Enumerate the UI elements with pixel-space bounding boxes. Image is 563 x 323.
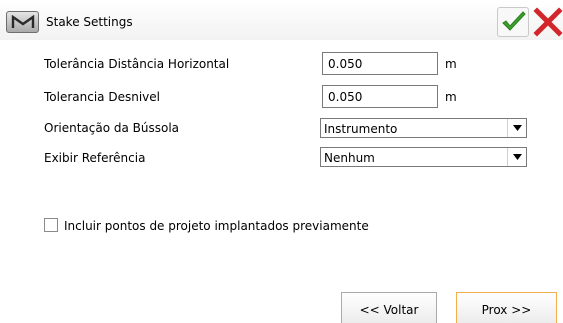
include-staked-label[interactable]: Incluir pontos de projeto implantados pr… [64,219,369,233]
include-staked-checkbox[interactable] [44,218,58,232]
compass-orientation-select[interactable]: Instrumento [320,118,527,138]
show-reference-select[interactable]: Nenhum [320,147,527,167]
next-button[interactable]: Prox >> [456,292,557,323]
title-bar: Stake Settings [0,0,563,40]
height-tolerance-unit: m [445,90,457,104]
close-x-icon [533,7,563,37]
show-reference-dropdown-arrow[interactable] [507,148,526,166]
ok-button[interactable] [497,7,529,37]
height-tolerance-label: Tolerancia Desnivel [44,90,160,104]
show-reference-label: Exibir Referência [44,151,146,165]
compass-orientation-value: Instrumento [324,122,398,136]
compass-orientation-dropdown-arrow[interactable] [507,119,526,137]
checkmark-icon [502,11,526,31]
compass-orientation-label: Orientação da Bússola [44,121,180,135]
horizontal-tolerance-label: Tolerância Distância Horizontal [44,57,230,71]
m-logo-icon [11,15,35,28]
show-reference-value: Nenhum [324,151,375,165]
horizontal-tolerance-input[interactable]: 0.050 [322,52,438,75]
cancel-button[interactable] [533,7,563,37]
height-tolerance-input[interactable]: 0.050 [322,85,438,108]
chevron-down-icon [513,125,522,131]
back-button[interactable]: << Voltar [341,292,437,323]
chevron-down-icon [513,154,522,160]
horizontal-tolerance-unit: m [445,57,457,71]
page-title: Stake Settings [46,15,133,29]
menu-button[interactable] [6,11,39,33]
